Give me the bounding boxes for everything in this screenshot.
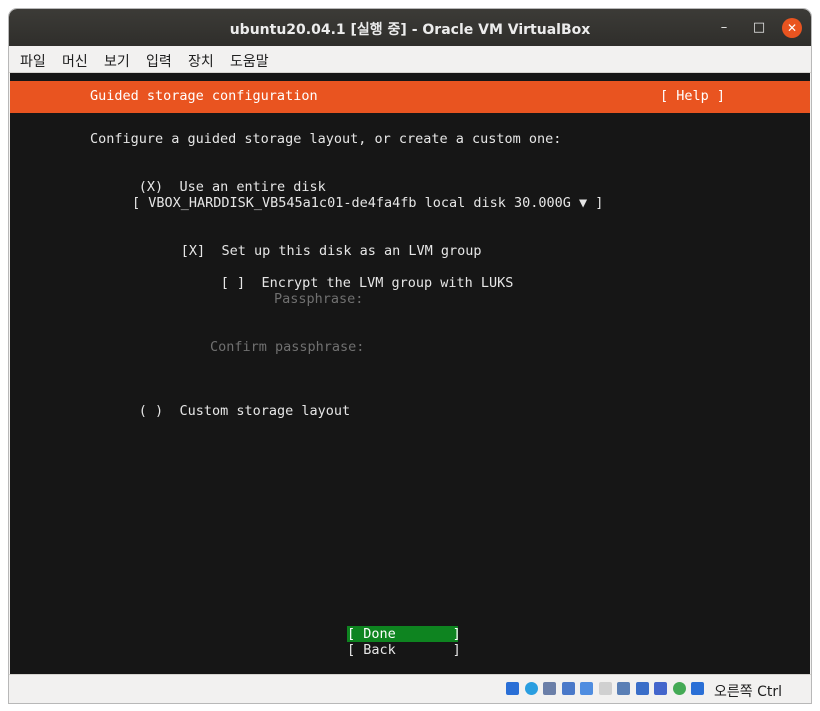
video-capture-icon[interactable] — [635, 682, 649, 695]
menu-view[interactable]: 보기 — [104, 51, 130, 71]
disk-select[interactable]: [ VBOX_HARDDISK_VB545a1c01-de4fa4fb loca… — [132, 195, 603, 211]
mouse-integration-icon[interactable] — [691, 682, 704, 695]
lvm-label: Set up this disk as an LVM group — [221, 243, 482, 259]
audio-icon[interactable] — [543, 682, 556, 695]
usb-icon[interactable] — [580, 682, 593, 695]
title-bar[interactable]: ubuntu20.04.1 [실행 중] - Oracle VM Virtual… — [9, 9, 811, 46]
menu-file[interactable]: 파일 — [20, 51, 46, 71]
close-button[interactable]: ✕ — [782, 18, 802, 38]
back-button[interactable]: [ Back ] — [347, 642, 461, 658]
virtualbox-window: ubuntu20.04.1 [실행 중] - Oracle VM Virtual… — [9, 9, 811, 703]
intro-text: Configure a guided storage layout, or cr… — [90, 131, 562, 147]
menu-bar: 파일 머신 보기 입력 장치 도움말 — [9, 46, 811, 73]
cpu-icon[interactable] — [672, 682, 686, 695]
encrypt-label: Encrypt the LVM group with LUKS — [261, 275, 514, 291]
vm-screen[interactable]: Guided storage configuration [ Help ] Co… — [10, 73, 810, 674]
confirm-passphrase-label: Confirm passphrase: — [210, 339, 365, 355]
optical-drive-icon[interactable] — [524, 682, 538, 695]
capture-icon[interactable] — [654, 682, 667, 695]
done-button[interactable]: [ Done ] — [347, 626, 461, 642]
lvm-checkbox[interactable]: [X] — [181, 243, 205, 259]
menu-input[interactable]: 입력 — [146, 51, 172, 71]
shared-folder-icon[interactable] — [598, 682, 612, 695]
installer-header: Guided storage configuration [ Help ] — [10, 81, 810, 113]
maximize-button[interactable]: □ — [749, 18, 769, 38]
hard-disk-icon[interactable] — [506, 682, 519, 695]
menu-help[interactable]: 도움말 — [230, 51, 269, 71]
host-key-label: 오른쪽 Ctrl — [714, 684, 783, 700]
encrypt-checkbox[interactable]: [ ] — [221, 275, 245, 291]
window-title: ubuntu20.04.1 [실행 중] - Oracle VM Virtual… — [229, 22, 591, 38]
page-title: Guided storage configuration — [90, 88, 318, 104]
status-bar: 오른쪽 Ctrl — [9, 674, 811, 703]
custom-layout-option[interactable]: ( ) Custom storage layout — [90, 387, 350, 435]
menu-machine[interactable]: 머신 — [62, 51, 88, 71]
custom-layout-radio[interactable]: ( ) — [139, 403, 163, 419]
menu-devices[interactable]: 장치 — [188, 51, 214, 71]
entire-disk-radio[interactable]: (X) — [139, 179, 163, 195]
passphrase-label: Passphrase: — [274, 291, 364, 307]
entire-disk-label: Use an entire disk — [179, 179, 326, 195]
display-icon[interactable] — [617, 682, 630, 695]
custom-layout-label: Custom storage layout — [179, 403, 351, 419]
help-button[interactable]: [ Help ] — [660, 88, 725, 104]
minimize-button[interactable]: – — [714, 18, 734, 38]
network-icon[interactable] — [561, 682, 575, 695]
